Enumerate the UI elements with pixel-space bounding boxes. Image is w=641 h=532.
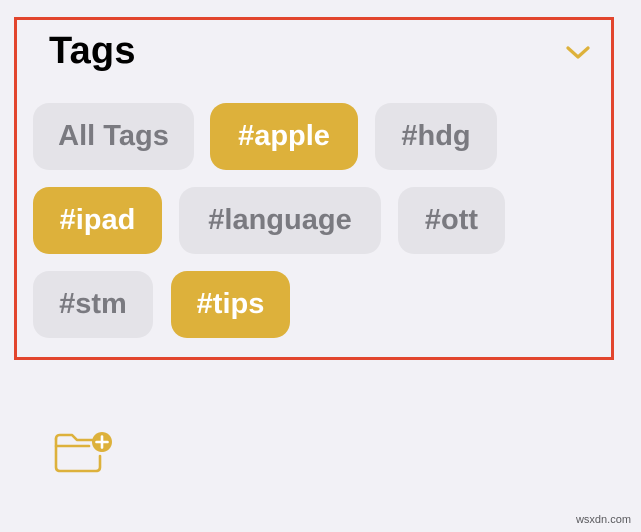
tag-hdg[interactable]: #hdg <box>375 103 497 170</box>
tag-ott[interactable]: #ott <box>398 187 505 254</box>
tag-label: #stm <box>59 288 127 320</box>
tag-label: #ipad <box>59 204 136 236</box>
new-folder-icon[interactable] <box>52 430 116 476</box>
tag-tips[interactable]: #tips <box>171 271 290 338</box>
watermark: wsxdn.com <box>575 514 631 526</box>
tag-apple[interactable]: #apple <box>210 103 358 170</box>
tags-section-title: Tags <box>49 30 136 72</box>
tag-label: #tips <box>196 288 265 320</box>
tag-label: #hdg <box>401 120 471 152</box>
tag-ipad[interactable]: #ipad <box>33 187 162 254</box>
notes-sidebar: Tags All Tags #apple #hdg #ipad #languag… <box>0 0 641 532</box>
tag-label: #apple <box>238 120 330 152</box>
tag-label: #ott <box>424 204 479 236</box>
chevron-down-icon[interactable] <box>565 44 591 62</box>
tag-label: #language <box>208 204 352 236</box>
tag-language[interactable]: #language <box>179 187 381 254</box>
tag-stm[interactable]: #stm <box>33 271 153 338</box>
tag-all-tags[interactable]: All Tags <box>33 103 194 170</box>
tag-label: All Tags <box>58 120 169 152</box>
